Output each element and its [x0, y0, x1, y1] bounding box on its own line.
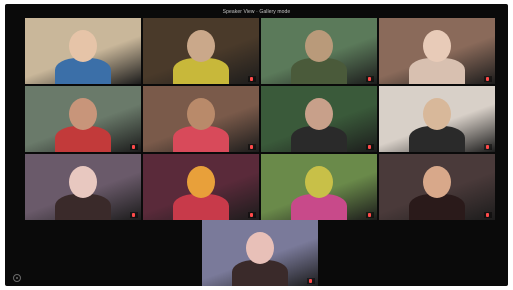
muted-mic-icon — [368, 76, 371, 81]
meeting-window: Speaker View · Gallery mode — [5, 4, 508, 286]
participant-name-tag — [366, 76, 374, 82]
participant-name-tag — [248, 144, 256, 150]
participant-name-tag — [130, 144, 138, 150]
participant-name-tag — [248, 212, 256, 218]
participant-tile[interactable] — [261, 18, 377, 84]
participant-name-tag — [366, 212, 374, 218]
muted-mic-icon — [368, 212, 371, 217]
participant-tile[interactable] — [261, 154, 377, 220]
settings-icon[interactable] — [13, 274, 21, 282]
participant-tile[interactable] — [25, 154, 141, 220]
participant-name-tag — [484, 76, 492, 82]
muted-mic-icon — [250, 144, 253, 149]
participant-name-tag — [130, 212, 138, 218]
participant-face — [423, 98, 451, 130]
participant-face — [423, 166, 451, 198]
participant-name-tag — [366, 144, 374, 150]
participant-face — [305, 30, 333, 62]
muted-mic-icon — [250, 76, 253, 81]
participant-face — [69, 30, 97, 62]
muted-mic-icon — [486, 144, 489, 149]
participant-tile[interactable] — [379, 18, 495, 84]
muted-mic-icon — [368, 144, 371, 149]
muted-mic-icon — [132, 144, 135, 149]
participant-tile[interactable] — [379, 86, 495, 152]
participant-tile[interactable] — [25, 18, 141, 84]
participant-face — [187, 166, 215, 198]
participant-tile[interactable] — [25, 86, 141, 152]
participant-face — [305, 166, 333, 198]
participant-name-tag — [307, 278, 315, 284]
participant-face — [187, 98, 215, 130]
meeting-title: Speaker View · Gallery mode — [222, 9, 291, 15]
participant-name-tag — [248, 76, 256, 82]
participant-tile[interactable] — [143, 86, 259, 152]
participant-tile[interactable] — [379, 154, 495, 220]
participant-face — [305, 98, 333, 130]
participant-tile[interactable] — [143, 18, 259, 84]
muted-mic-icon — [309, 278, 312, 283]
participant-face — [69, 166, 97, 198]
participant-tile[interactable] — [143, 154, 259, 220]
muted-mic-icon — [132, 212, 135, 217]
participant-face — [246, 232, 274, 264]
participant-face — [187, 30, 215, 62]
muted-mic-icon — [250, 212, 253, 217]
participant-name-tag — [484, 212, 492, 218]
muted-mic-icon — [486, 212, 489, 217]
participant-tile[interactable] — [202, 220, 318, 286]
participant-face — [69, 98, 97, 130]
participant-face — [423, 30, 451, 62]
muted-mic-icon — [486, 76, 489, 81]
participant-name-tag — [484, 144, 492, 150]
participant-tile[interactable] — [261, 86, 377, 152]
